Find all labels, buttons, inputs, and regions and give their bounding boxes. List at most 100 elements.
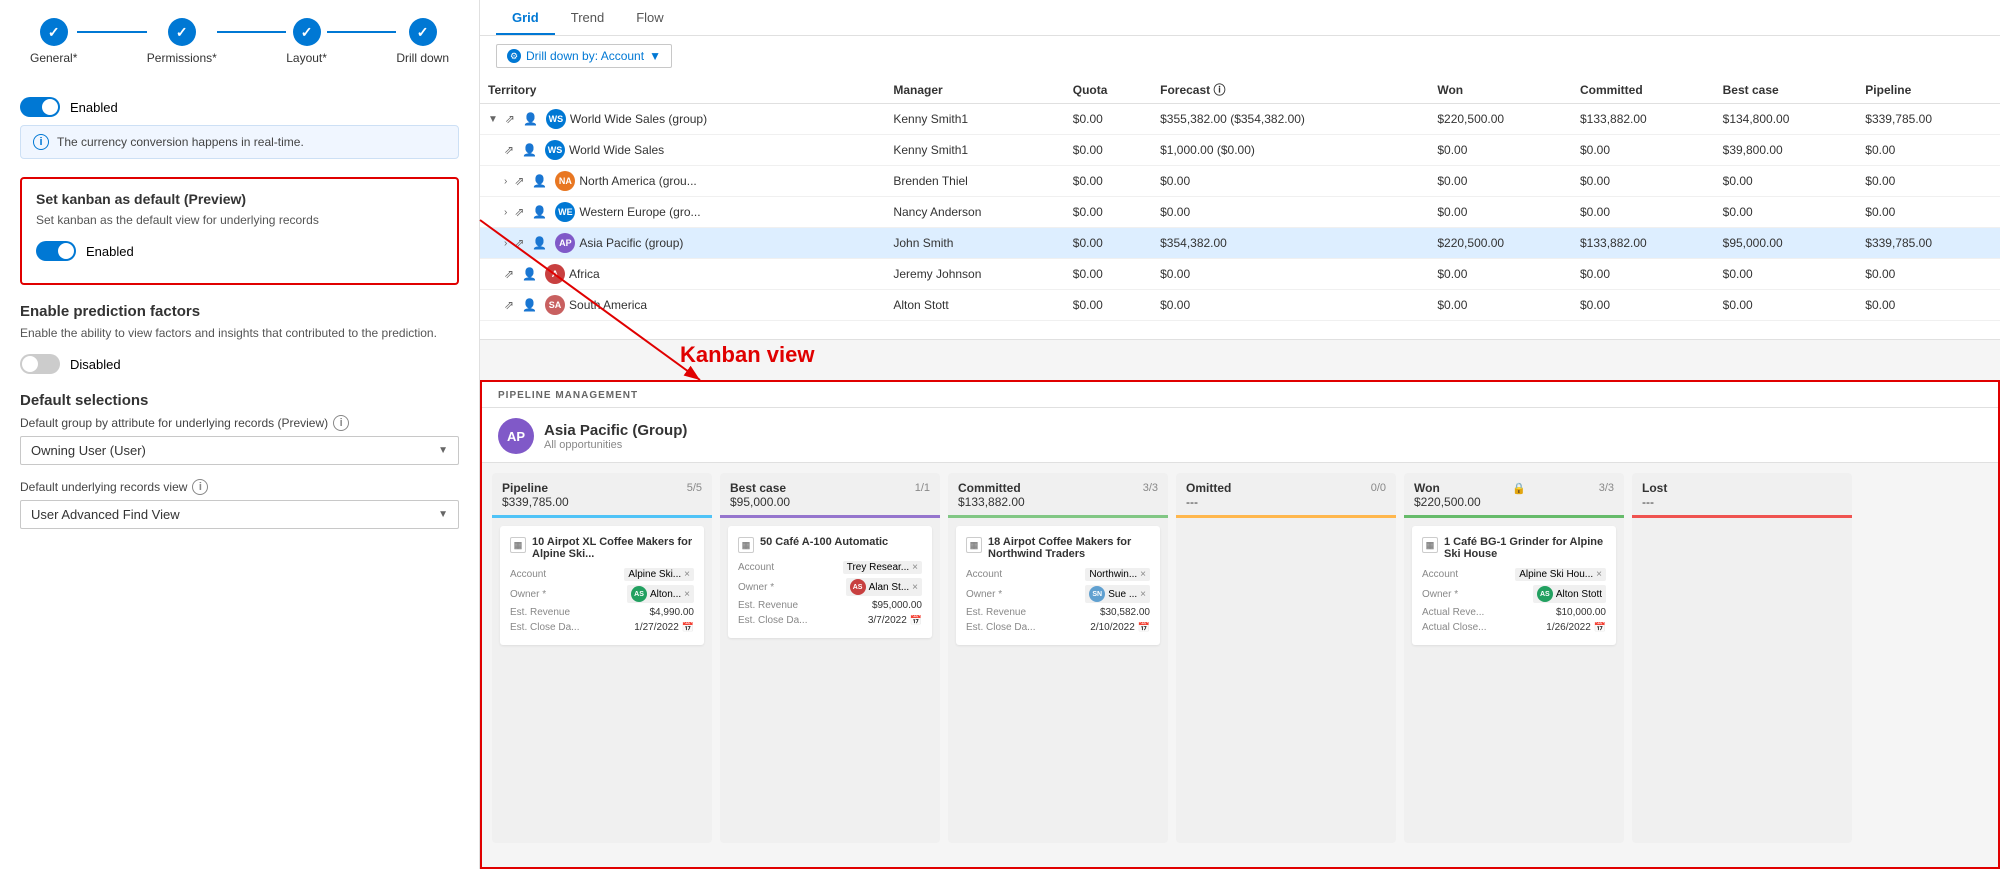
group-info-icon: i: [333, 415, 349, 431]
cell-won-5: $0.00: [1429, 259, 1572, 290]
cell-pipeline-0: $339,785.00: [1857, 104, 2000, 135]
remove-owner-tag[interactable]: ×: [912, 582, 918, 593]
cell-territory-3: ›⇗👤WEWestern Europe (gro...: [480, 197, 885, 228]
cell-quota-0: $0.00: [1065, 104, 1152, 135]
grid-table-container: Territory Manager Quota Forecast ⓘ Won C…: [480, 76, 2000, 321]
cell-forecast-3: $0.00: [1152, 197, 1429, 228]
wizard-connector-3: [327, 31, 396, 33]
table-row[interactable]: ›⇗👤NANorth America (grou...Brenden Thiel…: [480, 166, 2000, 197]
group-select[interactable]: Owning User (User) ▼: [20, 436, 459, 465]
card-owner-value: SN Sue ... ×: [1085, 585, 1150, 603]
view-select[interactable]: User Advanced Find View ▼: [20, 500, 459, 529]
cell-manager-2: Brenden Thiel: [885, 166, 1064, 197]
kanban-card-won-0[interactable]: ▦1 Café BG-1 Grinder for Alpine Ski Hous…: [1412, 526, 1616, 645]
card-est-close-label: Est. Close Da...: [738, 615, 807, 626]
prediction-title: Enable prediction factors: [20, 303, 459, 320]
remove-owner-tag[interactable]: ×: [684, 589, 690, 600]
step-circle-layout: ✓: [293, 18, 321, 46]
owner-avatar: AS: [850, 579, 866, 595]
cell-forecast-5: $0.00: [1152, 259, 1429, 290]
cell-pipeline-2: $0.00: [1857, 166, 2000, 197]
kanban-group-sub: All opportunities: [544, 439, 687, 451]
col-committed: Committed: [1572, 76, 1715, 104]
col-manager: Manager: [885, 76, 1064, 104]
link-icon-2[interactable]: ⇗: [514, 174, 524, 188]
info-box: i The currency conversion happens in rea…: [20, 125, 459, 159]
user-icon-3: 👤: [532, 205, 547, 219]
main-enabled-toggle[interactable]: [20, 97, 60, 117]
card-title-text: 50 Café A-100 Automatic: [760, 536, 888, 548]
card-account-label: Account: [738, 562, 798, 573]
col-amount-lost: ---: [1642, 495, 1842, 509]
step-circle-drilldown: ✓: [409, 18, 437, 46]
view-select-label: Default underlying records view i: [20, 479, 459, 495]
wizard-step-drilldown[interactable]: ✓ Drill down: [396, 18, 449, 65]
cell-committed-2: $0.00: [1572, 166, 1715, 197]
cell-won-0: $220,500.00: [1429, 104, 1572, 135]
kanban-card-bestcase-0[interactable]: ▦50 Café A-100 AutomaticAccountTrey Rese…: [728, 526, 932, 638]
kanban-card-pipeline-0[interactable]: ▦10 Airpot XL Coffee Makers for Alpine S…: [500, 526, 704, 645]
link-icon-3[interactable]: ⇗: [514, 205, 524, 219]
kanban-group-name: Asia Pacific (Group): [544, 422, 687, 439]
kanban-col-pipeline: Pipeline5/5$339,785.00 ▦10 Airpot XL Coff…: [492, 473, 712, 843]
kanban-enabled-toggle[interactable]: [36, 241, 76, 261]
user-icon-5: 👤: [522, 267, 537, 281]
cell-territory-2: ›⇗👤NANorth America (grou...: [480, 166, 885, 197]
kanban-col-header-omitted: Omitted0/0---: [1176, 473, 1396, 518]
col-count-bestcase: 1/1: [915, 482, 930, 494]
link-icon-0[interactable]: ⇗: [505, 112, 515, 126]
tab-flow[interactable]: Flow: [620, 0, 679, 35]
cell-bestcase-2: $0.00: [1715, 166, 1858, 197]
remove-account-tag[interactable]: ×: [684, 569, 690, 580]
card-title-text: 1 Café BG-1 Grinder for Alpine Ski House: [1444, 536, 1606, 560]
table-row[interactable]: ⇗👤AAfricaJeremy Johnson$0.00$0.00$0.00$0…: [480, 259, 2000, 290]
drill-btn[interactable]: ⚙ Drill down by: Account ▼: [496, 44, 672, 68]
user-icon-1: 👤: [522, 143, 537, 157]
col-pipeline: Pipeline: [1857, 76, 2000, 104]
group-select-arrow: ▼: [438, 445, 448, 456]
prediction-desc: Enable the ability to view factors and i…: [20, 326, 459, 340]
cell-forecast-0: $355,382.00 ($354,382.00): [1152, 104, 1429, 135]
col-won: Won: [1429, 76, 1572, 104]
info-icon: i: [33, 134, 49, 150]
col-territory: Territory: [480, 76, 885, 104]
remove-account-tag[interactable]: ×: [1140, 569, 1146, 580]
wizard-step-general[interactable]: ✓ General*: [30, 18, 77, 65]
tab-trend[interactable]: Trend: [555, 0, 620, 35]
card-account-label: Account: [1422, 569, 1482, 580]
remove-owner-tag[interactable]: ×: [1140, 589, 1146, 600]
cell-quota-6: $0.00: [1065, 290, 1152, 321]
table-row[interactable]: ⇗👤SASouth AmericaAlton Stott$0.00$0.00$0…: [480, 290, 2000, 321]
prediction-toggle-label: Disabled: [70, 357, 121, 372]
table-row[interactable]: ▼⇗👤WSWorld Wide Sales (group)Kenny Smith…: [480, 104, 2000, 135]
kanban-col-header-pipeline: Pipeline5/5$339,785.00: [492, 473, 712, 518]
cell-won-1: $0.00: [1429, 135, 1572, 166]
wizard-step-layout[interactable]: ✓ Layout*: [286, 18, 327, 65]
link-icon-4[interactable]: ⇗: [514, 236, 524, 250]
cell-forecast-4: $354,382.00: [1152, 228, 1429, 259]
tab-grid[interactable]: Grid: [496, 0, 555, 35]
remove-account-tag[interactable]: ×: [912, 562, 918, 573]
remove-account-tag[interactable]: ×: [1596, 569, 1602, 580]
prediction-toggle[interactable]: [20, 354, 60, 374]
owner-avatar: AS: [631, 586, 647, 602]
table-row[interactable]: ›⇗👤APAsia Pacific (group)John Smith$0.00…: [480, 228, 2000, 259]
territory-name-5: Africa: [569, 267, 600, 281]
card-type-icon: ▦: [966, 537, 982, 553]
table-row[interactable]: ›⇗👤WEWestern Europe (gro...Nancy Anderso…: [480, 197, 2000, 228]
cell-quota-2: $0.00: [1065, 166, 1152, 197]
link-icon-1[interactable]: ⇗: [504, 143, 514, 157]
table-row[interactable]: ⇗👤WSWorld Wide SalesKenny Smith1$0.00$1,…: [480, 135, 2000, 166]
drill-dropdown-arrow: ▼: [649, 49, 661, 63]
wizard-step-permissions[interactable]: ✓ Permissions*: [147, 18, 217, 65]
user-icon-4: 👤: [532, 236, 547, 250]
wizard-connector-1: [77, 31, 146, 33]
link-icon-6[interactable]: ⇗: [504, 298, 514, 312]
kanban-card-committed-0[interactable]: ▦18 Airpot Coffee Makers for Northwind T…: [956, 526, 1160, 645]
link-icon-5[interactable]: ⇗: [504, 267, 514, 281]
cell-committed-0: $133,882.00: [1572, 104, 1715, 135]
cell-territory-1: ⇗👤WSWorld Wide Sales: [480, 135, 885, 166]
cell-committed-5: $0.00: [1572, 259, 1715, 290]
cell-manager-1: Kenny Smith1: [885, 135, 1064, 166]
step-circle-general: ✓: [40, 18, 68, 46]
